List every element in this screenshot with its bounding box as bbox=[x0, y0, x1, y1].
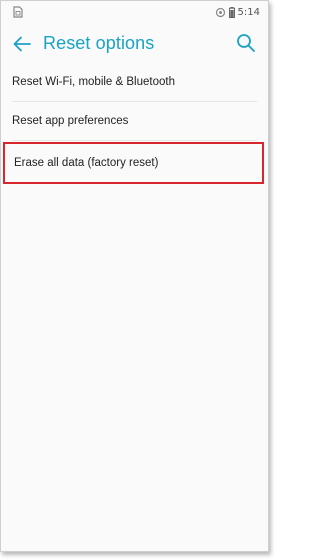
status-bar: 5:14 bbox=[1, 1, 268, 23]
arrow-back-icon[interactable] bbox=[11, 33, 33, 55]
factory-reset-option[interactable]: Erase all data (factory reset) bbox=[3, 142, 264, 184]
reset-options-list: Reset Wi-Fi, mobile & Bluetooth Reset ap… bbox=[1, 63, 268, 184]
page-title: Reset options bbox=[43, 33, 155, 53]
app-bar: Reset options bbox=[1, 23, 268, 67]
search-icon[interactable] bbox=[236, 33, 256, 53]
reset-app-preferences-option[interactable]: Reset app preferences bbox=[1, 102, 268, 140]
battery-icon bbox=[228, 6, 235, 18]
settings-status-icon bbox=[215, 7, 225, 17]
status-indicators: 5:14 bbox=[215, 5, 260, 19]
divider bbox=[12, 140, 257, 141]
option-label: Reset Wi-Fi, mobile & Bluetooth bbox=[12, 76, 175, 88]
sim-card-icon bbox=[13, 6, 23, 18]
reset-network-option[interactable]: Reset Wi-Fi, mobile & Bluetooth bbox=[1, 63, 268, 101]
option-label: Reset app preferences bbox=[12, 115, 129, 127]
status-time: 5:14 bbox=[237, 6, 260, 18]
option-label: Erase all data (factory reset) bbox=[14, 157, 159, 169]
phone-screen: 5:14 Reset options Reset Wi-Fi, mobile &… bbox=[0, 0, 269, 552]
